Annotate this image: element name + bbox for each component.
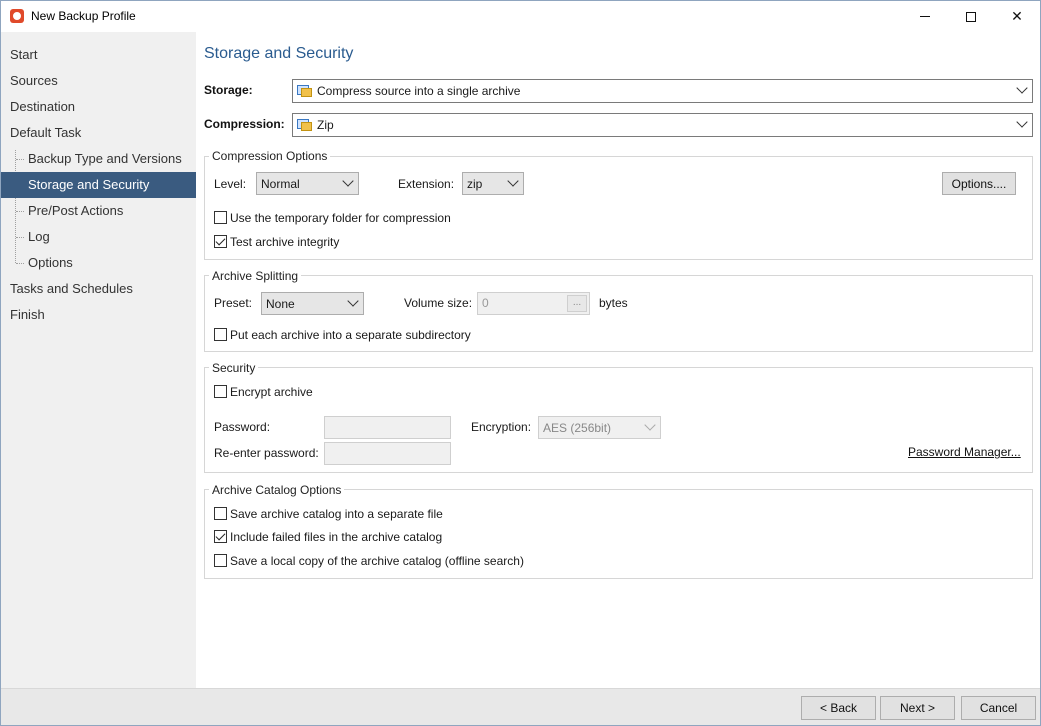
next-button[interactable]: Next > [880, 696, 955, 720]
encryption-dropdown[interactable]: AES (256bit) [538, 416, 661, 439]
cancel-button[interactable]: Cancel [961, 696, 1036, 720]
storage-dropdown[interactable]: Compress source into a single archive [292, 79, 1033, 103]
volume-size-input[interactable]: 0 ... [477, 292, 590, 315]
password-label: Password: [214, 420, 271, 434]
preset-value: None [266, 296, 295, 311]
sidebar-item-storage-security[interactable]: Storage and Security [1, 172, 196, 198]
subdirectory-checkbox[interactable] [214, 328, 227, 341]
catalog-separate-file-checkbox[interactable] [214, 507, 227, 520]
sidebar-item-start[interactable]: Start [1, 42, 196, 68]
app-logo-icon [10, 9, 24, 23]
sidebar-item-finish[interactable]: Finish [1, 302, 196, 328]
chevron-down-icon [644, 419, 656, 431]
compression-options-button[interactable]: Options.... [942, 172, 1016, 195]
storage-label: Storage: [204, 83, 253, 97]
chevron-down-icon [507, 175, 519, 187]
close-button[interactable]: ✕ [994, 1, 1040, 32]
encrypt-archive-checkbox[interactable] [214, 385, 227, 398]
wizard-sidebar: Start Sources Destination Default Task B… [1, 32, 196, 688]
sidebar-item-log[interactable]: Log [1, 224, 196, 250]
test-integrity-label: Test archive integrity [230, 235, 340, 249]
compression-options-title: Compression Options [209, 149, 331, 163]
catalog-include-failed-label: Include failed files in the archive cata… [230, 530, 443, 544]
catalog-separate-file-label: Save archive catalog into a separate fil… [230, 507, 443, 521]
back-button[interactable]: < Back [801, 696, 876, 720]
storage-value: Compress source into a single archive [317, 84, 521, 98]
sidebar-item-backup-type[interactable]: Backup Type and Versions [1, 146, 196, 172]
level-label: Level: [214, 177, 247, 191]
test-integrity-checkbox[interactable] [214, 235, 227, 248]
archive-catalog-title: Archive Catalog Options [209, 483, 345, 497]
level-value: Normal [261, 176, 300, 191]
sidebar-item-default-task[interactable]: Default Task [1, 120, 196, 146]
level-dropdown[interactable]: Normal [256, 172, 359, 195]
sidebar-item-options[interactable]: Options [1, 250, 196, 276]
catalog-local-copy-checkbox[interactable] [214, 554, 227, 567]
compression-label: Compression: [204, 117, 285, 131]
catalog-local-copy-label: Save a local copy of the archive catalog… [230, 554, 524, 568]
chevron-down-icon [342, 175, 354, 187]
backup-profile-window: New Backup Profile ✕ Start Sources Desti… [0, 0, 1041, 726]
temp-folder-checkbox[interactable] [214, 211, 227, 224]
chevron-down-icon [347, 295, 359, 307]
encryption-value: AES (256bit) [543, 420, 612, 435]
page-title: Storage and Security [204, 45, 354, 62]
password-manager-link[interactable]: Password Manager... [908, 445, 1021, 459]
catalog-include-failed-checkbox[interactable] [214, 530, 227, 543]
minimize-icon [920, 16, 930, 17]
sidebar-item-sources[interactable]: Sources [1, 68, 196, 94]
password-input[interactable] [324, 416, 451, 439]
window-title: New Backup Profile [31, 9, 136, 23]
volume-unit-label: bytes [599, 296, 628, 310]
main-panel: Storage and Security Storage: Compress s… [196, 32, 1040, 688]
sidebar-item-destination[interactable]: Destination [1, 94, 196, 120]
reenter-password-label: Re-enter password: [214, 446, 319, 460]
chevron-down-icon [1016, 116, 1028, 128]
compression-dropdown[interactable]: Zip [292, 113, 1033, 137]
archive-splitting-title: Archive Splitting [209, 269, 302, 283]
compression-value: Zip [317, 118, 334, 132]
encryption-label: Encryption: [471, 420, 532, 434]
computer-folder-icon [297, 118, 313, 132]
volume-size-browse-button[interactable]: ... [567, 295, 587, 312]
maximize-button[interactable] [948, 1, 994, 32]
maximize-icon [966, 11, 976, 22]
computer-folder-icon [297, 84, 313, 98]
close-icon: ✕ [1011, 8, 1023, 25]
security-title: Security [209, 361, 259, 375]
preset-dropdown[interactable]: None [261, 292, 364, 315]
volume-size-value: 0 [482, 296, 489, 310]
wizard-footer: < Back Next > Cancel [1, 688, 1040, 725]
extension-dropdown[interactable]: zip [462, 172, 524, 195]
extension-value: zip [467, 176, 483, 191]
subdirectory-label: Put each archive into a separate subdire… [230, 328, 471, 342]
temp-folder-label: Use the temporary folder for compression [230, 211, 451, 225]
preset-label: Preset: [214, 296, 253, 310]
encrypt-archive-label: Encrypt archive [230, 385, 313, 399]
title-bar: New Backup Profile ✕ [1, 1, 1040, 32]
sidebar-item-pre-post-actions[interactable]: Pre/Post Actions [1, 198, 196, 224]
extension-label: Extension: [398, 177, 455, 191]
volume-size-label: Volume size: [404, 296, 473, 310]
minimize-button[interactable] [902, 1, 948, 32]
sidebar-item-tasks-schedules[interactable]: Tasks and Schedules [1, 276, 196, 302]
reenter-password-input[interactable] [324, 442, 451, 465]
chevron-down-icon [1016, 82, 1028, 94]
